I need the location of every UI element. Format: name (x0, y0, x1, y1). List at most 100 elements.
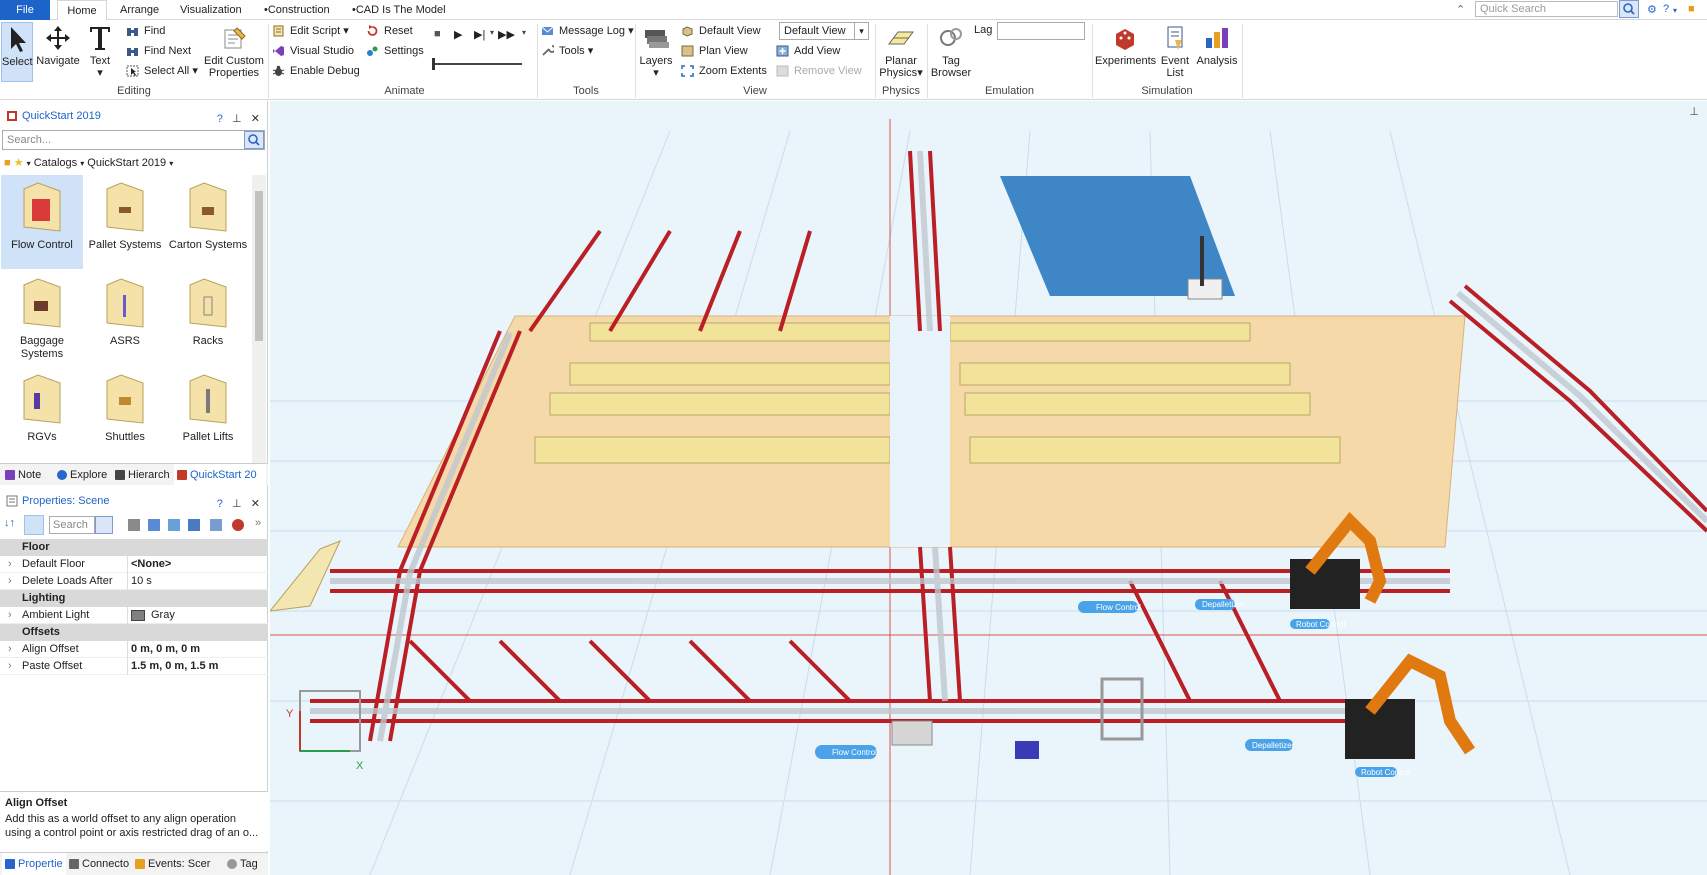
property-category[interactable]: Offsets (0, 624, 268, 641)
chevron-right-icon[interactable]: › (8, 556, 12, 573)
property-category[interactable]: Floor (0, 539, 268, 556)
help-icon[interactable]: ? (217, 498, 223, 510)
property-value[interactable]: 1.5 m, 0 m, 1.5 m (127, 658, 267, 675)
pin-icon[interactable]: ⊥ (226, 498, 248, 510)
property-value[interactable]: Gray (127, 607, 267, 624)
fast-forward-icon[interactable]: ▶▶ (498, 28, 515, 41)
property-value[interactable]: 0 m, 0 m, 0 m (127, 641, 267, 658)
settings-button[interactable]: Settings (366, 42, 424, 60)
catalog-item-pallet-systems[interactable]: Pallet Systems (84, 175, 166, 269)
lag-input[interactable] (997, 22, 1085, 40)
property-value[interactable]: 10 s (127, 573, 267, 590)
color-swatch[interactable] (131, 609, 145, 621)
quick-search-button[interactable] (1619, 0, 1639, 18)
property-value[interactable]: <None> (127, 556, 267, 573)
play-icon[interactable]: ▶ (454, 28, 462, 41)
properties-search-button[interactable] (95, 516, 113, 534)
library-home-icon[interactable]: ■ (4, 157, 11, 169)
pin-icon[interactable]: ⊥ (226, 113, 248, 125)
scene-viewport[interactable]: Y X Flow Control Flow Control Depalletiz… (270, 101, 1707, 875)
dropdown-icon[interactable]: ▾ (490, 28, 494, 37)
catalog-item-rgvs[interactable]: RGVs (1, 367, 83, 461)
catalog-scrollbar[interactable] (252, 175, 266, 463)
view-select[interactable]: Default View ▾ (779, 22, 869, 40)
property-row[interactable]: › Default Floor <None> (0, 556, 268, 573)
chevron-right-icon[interactable]: › (8, 641, 12, 658)
find-button[interactable]: Find (126, 22, 165, 40)
gear-icon[interactable]: ⚙ (1647, 3, 1657, 16)
dropdown-icon[interactable]: ▾ (27, 159, 31, 168)
tab-quickstart[interactable]: QuickStart 20 (174, 464, 266, 486)
layers-button[interactable]: Layers ▾ (638, 22, 674, 82)
property-category[interactable]: Lighting (0, 590, 268, 607)
analysis-button[interactable]: Analysis (1195, 22, 1239, 82)
catalog-item-asrs[interactable]: ASRS (84, 271, 166, 365)
reset-button[interactable]: Reset (366, 22, 413, 40)
lock-icon[interactable]: ■ (1688, 3, 1695, 15)
chevron-up-icon[interactable]: ⌃ (1456, 3, 1465, 16)
library-search-input[interactable]: Search... (2, 130, 265, 150)
favorites-icon[interactable]: ★ (14, 157, 24, 169)
navigate-button[interactable]: Navigate (36, 22, 80, 82)
property-row[interactable]: › Delete Loads After 10 s (0, 573, 268, 590)
add-view-button[interactable]: Add View (776, 42, 840, 60)
tab-hierarchy[interactable]: Hierarch (112, 464, 174, 486)
tab-construction[interactable]: •Construction (256, 0, 338, 20)
chevron-right-icon[interactable]: › (8, 607, 12, 624)
categorized-icon[interactable] (24, 515, 44, 535)
catalog-item-baggage-systems[interactable]: Baggage Systems (1, 271, 83, 365)
library-search-button[interactable] (244, 131, 264, 149)
tab-tags[interactable]: Tag (224, 853, 268, 875)
property-row[interactable]: › Paste Offset 1.5 m, 0 m, 1.5 m (0, 658, 268, 675)
tab-arrange[interactable]: Arrange (112, 0, 167, 20)
dropdown-icon[interactable]: ▾ (1673, 6, 1677, 15)
chevron-right-icon[interactable]: › (8, 573, 12, 590)
flow-control-label[interactable]: Flow Control (1096, 603, 1141, 612)
toolbar-icon[interactable] (232, 519, 244, 531)
toolbar-icon[interactable] (210, 519, 222, 531)
dropdown-icon[interactable]: ▾ (80, 159, 84, 168)
tools-button[interactable]: Tools ▾ (541, 42, 593, 60)
catalog-item-pallet-lifts[interactable]: Pallet Lifts (167, 367, 249, 461)
toolbar-icon[interactable] (128, 519, 140, 531)
catalog-item-shuttles[interactable]: Shuttles (84, 367, 166, 461)
enable-debug-button[interactable]: Enable Debug (272, 62, 360, 80)
tab-note[interactable]: Note (2, 464, 54, 486)
text-button[interactable]: Text ▾ (84, 22, 116, 82)
help-icon[interactable]: ? (217, 113, 223, 125)
slider-thumb[interactable] (432, 58, 435, 70)
step-icon[interactable]: ▶| (474, 28, 485, 41)
tab-events[interactable]: Events: Scer (132, 853, 224, 875)
tab-file[interactable]: File (0, 0, 50, 20)
plan-view-button[interactable]: Plan View (681, 42, 748, 60)
visual-studio-button[interactable]: Visual Studio (272, 42, 354, 60)
catalog-item-flow-control[interactable]: Flow Control (1, 175, 83, 269)
dropdown-icon[interactable]: ▾ (522, 28, 526, 37)
select-button[interactable]: Select (1, 22, 33, 82)
breadcrumb-catalogs[interactable]: Catalogs (34, 157, 77, 169)
properties-search-input[interactable]: Search (49, 516, 95, 534)
pin-icon[interactable]: ⊥ (1689, 105, 1699, 118)
scene-canvas[interactable]: Y X Flow Control Flow Control Depalletiz… (270, 101, 1707, 875)
property-row[interactable]: › Align Offset 0 m, 0 m, 0 m (0, 641, 268, 658)
overflow-icon[interactable]: » (255, 517, 261, 529)
depalletize-label[interactable]: Depalletizer (1202, 600, 1245, 609)
chevron-right-icon[interactable]: › (8, 658, 12, 675)
toolbar-icon[interactable] (188, 519, 200, 531)
tab-connectors[interactable]: Connecto (66, 853, 132, 875)
stop-icon[interactable]: ■ (434, 28, 441, 40)
depalletize-label[interactable]: Depalletizer (1252, 741, 1295, 750)
catalog-item-racks[interactable]: Racks (167, 271, 249, 365)
find-next-button[interactable]: Find Next (126, 42, 191, 60)
experiments-button[interactable]: Experiments (1095, 22, 1156, 82)
breadcrumb-quickstart[interactable]: QuickStart 2019 (87, 157, 166, 169)
sort-icon[interactable]: ↓↑ (4, 517, 15, 529)
catalog-item-carton-systems[interactable]: Carton Systems (167, 175, 249, 269)
speed-slider[interactable] (432, 58, 522, 70)
flow-control-label[interactable]: Flow Control (832, 748, 877, 757)
message-log-button[interactable]: Message Log ▾ (541, 22, 634, 40)
remove-view-button[interactable]: Remove View (776, 62, 862, 80)
toolbar-icon[interactable] (148, 519, 160, 531)
edit-custom-properties-button[interactable]: Edit Custom Properties (204, 22, 264, 82)
tab-explore[interactable]: Explore (54, 464, 112, 486)
